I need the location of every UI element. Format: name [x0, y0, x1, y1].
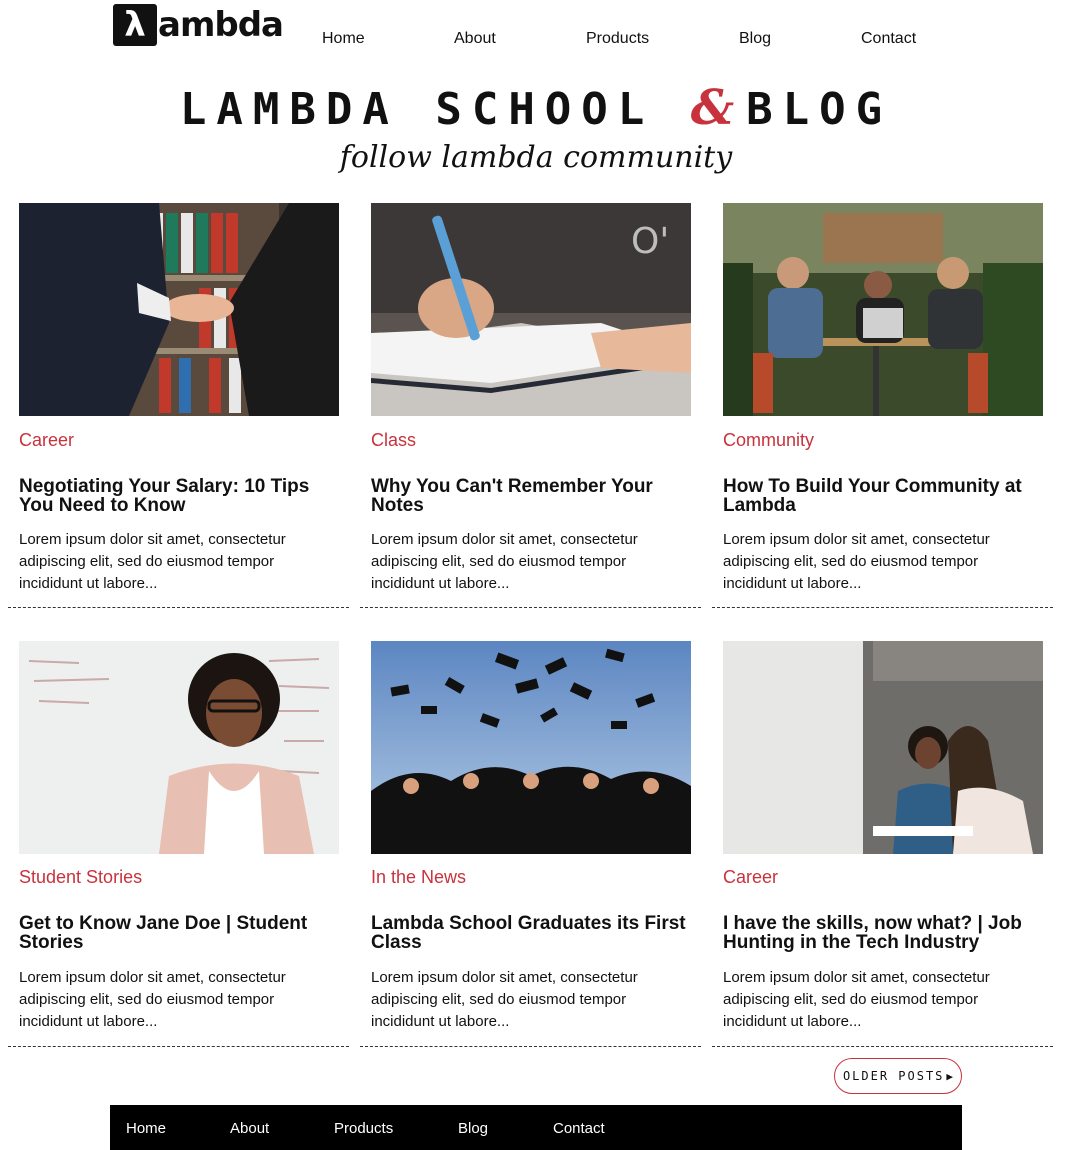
post-category[interactable]: Career: [723, 867, 778, 888]
page-title: LAMBDA SCHOOL & BLOG: [0, 80, 1072, 136]
post-card: Student Stories Get to Know Jane Doe | S…: [19, 641, 360, 1030]
post-divider: [712, 607, 1053, 608]
play-arrow-icon: ▶: [946, 1069, 954, 1083]
post-card: Career Negotiating Your Salary: 10 Tips …: [19, 203, 360, 592]
post-excerpt: Lorem ipsum dolor sit amet, consectetur …: [19, 531, 286, 592]
title-left: LAMBDA SCHOOL: [179, 84, 655, 135]
post-divider: [360, 1046, 701, 1047]
post-card: Career I have the skills, now what? | Jo…: [723, 641, 1064, 1030]
post-card: O' Class Why You Can't Remember Your Not…: [371, 203, 712, 592]
office-meeting-photo[interactable]: [723, 641, 1043, 854]
graduation-caps-photo[interactable]: [371, 641, 691, 854]
footer-nav-blog[interactable]: Blog: [458, 1120, 488, 1137]
footer-nav-about[interactable]: About: [230, 1120, 269, 1137]
footer-nav-home[interactable]: Home: [126, 1120, 166, 1137]
footer-nav-contact[interactable]: Contact: [553, 1120, 605, 1137]
post-category[interactable]: In the News: [371, 867, 466, 888]
page-subtitle: follow lambda community: [339, 140, 733, 175]
post-category[interactable]: Class: [371, 430, 416, 451]
post-title[interactable]: I have the skills, now what? | Job Hunti…: [723, 914, 1048, 952]
older-posts-button[interactable]: OLDER POSTS ▶: [834, 1058, 962, 1094]
footer-nav: Home About Products Blog Contact: [110, 1105, 962, 1150]
cafe-group-photo[interactable]: [723, 203, 1043, 416]
svg-text:O': O': [631, 221, 669, 262]
older-posts-label: OLDER POSTS: [842, 1069, 945, 1083]
post-excerpt: Lorem ipsum dolor sit amet, consectetur …: [371, 531, 638, 592]
top-nav-products[interactable]: Products: [586, 30, 649, 48]
title-right: BLOG: [746, 84, 893, 135]
post-category[interactable]: Career: [19, 430, 74, 451]
post-divider: [360, 607, 701, 608]
top-nav-home[interactable]: Home: [322, 30, 365, 48]
footer-nav-products[interactable]: Products: [334, 1120, 393, 1137]
handshake-photo[interactable]: [19, 203, 339, 416]
post-title[interactable]: Get to Know Jane Doe | Student Stories: [19, 914, 344, 952]
post-card: In the News Lambda School Graduates its …: [371, 641, 712, 1030]
student-portrait-photo[interactable]: [19, 641, 339, 854]
post-title[interactable]: How To Build Your Community at Lambda: [723, 477, 1048, 515]
post-title[interactable]: Negotiating Your Salary: 10 Tips You Nee…: [19, 477, 344, 515]
top-nav-about[interactable]: About: [454, 30, 496, 48]
post-card: Community How To Build Your Community at…: [723, 203, 1064, 592]
post-category[interactable]: Community: [723, 430, 814, 451]
title-ampersand: &: [690, 80, 735, 136]
post-divider: [712, 1046, 1053, 1047]
post-excerpt: Lorem ipsum dolor sit amet, consectetur …: [19, 969, 286, 1030]
top-nav: Home About Products Blog Contact: [0, 30, 1072, 50]
post-divider: [8, 607, 349, 608]
top-nav-blog[interactable]: Blog: [739, 30, 771, 48]
post-excerpt: Lorem ipsum dolor sit amet, consectetur …: [371, 969, 638, 1030]
top-nav-contact[interactable]: Contact: [861, 30, 916, 48]
post-category[interactable]: Student Stories: [19, 867, 142, 888]
post-divider: [8, 1046, 349, 1047]
post-excerpt: Lorem ipsum dolor sit amet, consectetur …: [723, 531, 990, 592]
post-title[interactable]: Lambda School Graduates its First Class: [371, 914, 696, 952]
post-excerpt: Lorem ipsum dolor sit amet, consectetur …: [723, 969, 990, 1030]
writing-notes-photo[interactable]: O': [371, 203, 691, 416]
post-title[interactable]: Why You Can't Remember Your Notes: [371, 477, 696, 515]
